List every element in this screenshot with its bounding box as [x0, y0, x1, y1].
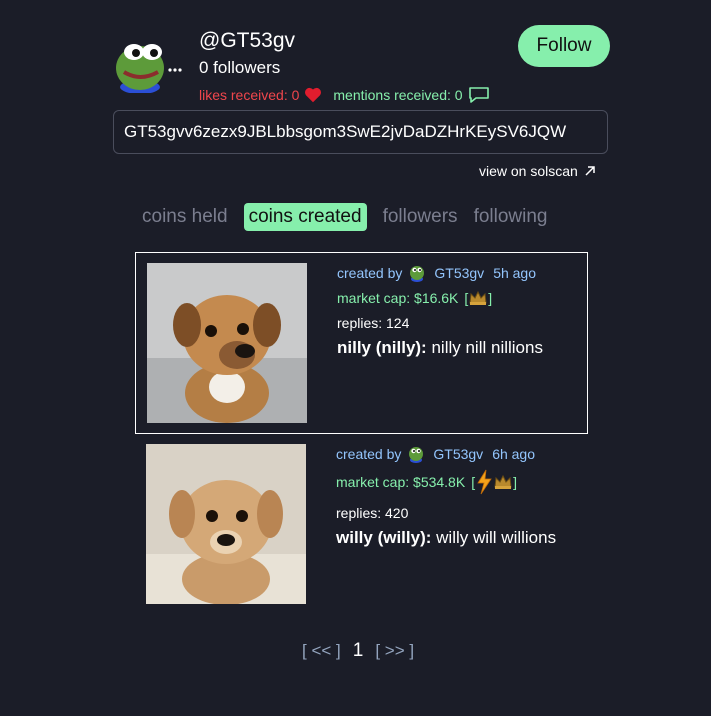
coin-title: nilly (nilly): nilly nill nillions: [337, 338, 587, 358]
profile-stats: likes received: 0 mentions received: 0: [199, 86, 490, 104]
market-cap: market cap: $534.8K: [336, 474, 466, 490]
creator-name-link[interactable]: GT53gv: [433, 446, 483, 462]
profile-tabs: coins held coins created followers follo…: [142, 203, 548, 231]
next-page-button[interactable]: [ >> ]: [375, 641, 414, 661]
created-by-label: created by: [337, 265, 403, 281]
replies-count: replies: 420: [336, 505, 409, 521]
creator-name-link[interactable]: GT53gv: [434, 265, 484, 281]
coin-time: 6h ago: [492, 446, 536, 462]
external-arrow-icon: [585, 166, 595, 176]
creator-avatar-icon: [410, 266, 425, 282]
crown-icon: [469, 290, 487, 305]
follow-button[interactable]: Follow: [518, 25, 610, 67]
tab-following[interactable]: following: [474, 206, 548, 228]
market-cap-row: market cap: $16.6K [ ]: [337, 290, 493, 306]
coin-info: created by GT53gv 6h ago market cap: $53…: [336, 444, 586, 548]
creator-avatar-icon: [409, 447, 424, 463]
market-cap-row: market cap: $534.8K [ ]: [336, 469, 586, 495]
profile-avatar: [112, 38, 182, 94]
coin-creator-row: created by GT53gv 5h ago: [337, 263, 587, 283]
wallet-address-field[interactable]: GT53gvv6zezx9JBLbbsgom3SwE2jvDaDZHrKEySV…: [113, 110, 608, 154]
lightning-icon: [477, 469, 492, 495]
coin-creator-row: created by GT53gv 6h ago: [336, 444, 586, 464]
coin-name: willy (willy):: [336, 528, 432, 547]
replies-count: replies: 124: [337, 315, 410, 331]
profile-followers-count: 0 followers: [199, 58, 281, 77]
tab-followers[interactable]: followers: [383, 206, 458, 228]
mentions-received-label: mentions received: 0: [333, 87, 463, 103]
crown-icon: [494, 474, 512, 489]
mentions-received: mentions received: 0: [333, 86, 489, 104]
coin-card[interactable]: created by GT53gv 5h ago market cap: $16…: [135, 252, 588, 434]
likes-received-label: likes received: 0: [199, 87, 300, 103]
solscan-link-label: view on solscan: [479, 163, 578, 179]
tab-coins-created[interactable]: coins created: [243, 203, 367, 231]
market-cap: market cap: $16.6K: [337, 290, 459, 306]
coin-name: nilly (nilly):: [337, 338, 427, 357]
prev-page-button[interactable]: [ << ]: [302, 641, 341, 661]
coin-time: 5h ago: [493, 265, 537, 281]
coin-title: willy (willy): willy will willions: [336, 528, 586, 548]
likes-received: likes received: 0: [199, 87, 322, 103]
current-page-number: 1: [352, 640, 364, 661]
profile-username: @GT53gv: [199, 29, 296, 52]
tab-coins-held[interactable]: coins held: [142, 206, 228, 228]
created-by-label: created by: [336, 446, 402, 462]
pagination: [ << ] 1 [ >> ]: [302, 640, 414, 662]
heart-icon: [305, 87, 322, 103]
speech-bubble-icon: [468, 87, 489, 103]
view-on-solscan-link[interactable]: view on solscan: [479, 163, 596, 179]
coin-description: willy will willions: [436, 528, 557, 547]
coin-image[interactable]: [147, 263, 307, 423]
coin-card[interactable]: created by GT53gv 6h ago market cap: $53…: [135, 434, 588, 616]
coin-image[interactable]: [146, 444, 306, 604]
coin-info: created by GT53gv 5h ago market cap: $16…: [337, 263, 587, 358]
coin-description: nilly nill nillions: [431, 338, 543, 357]
